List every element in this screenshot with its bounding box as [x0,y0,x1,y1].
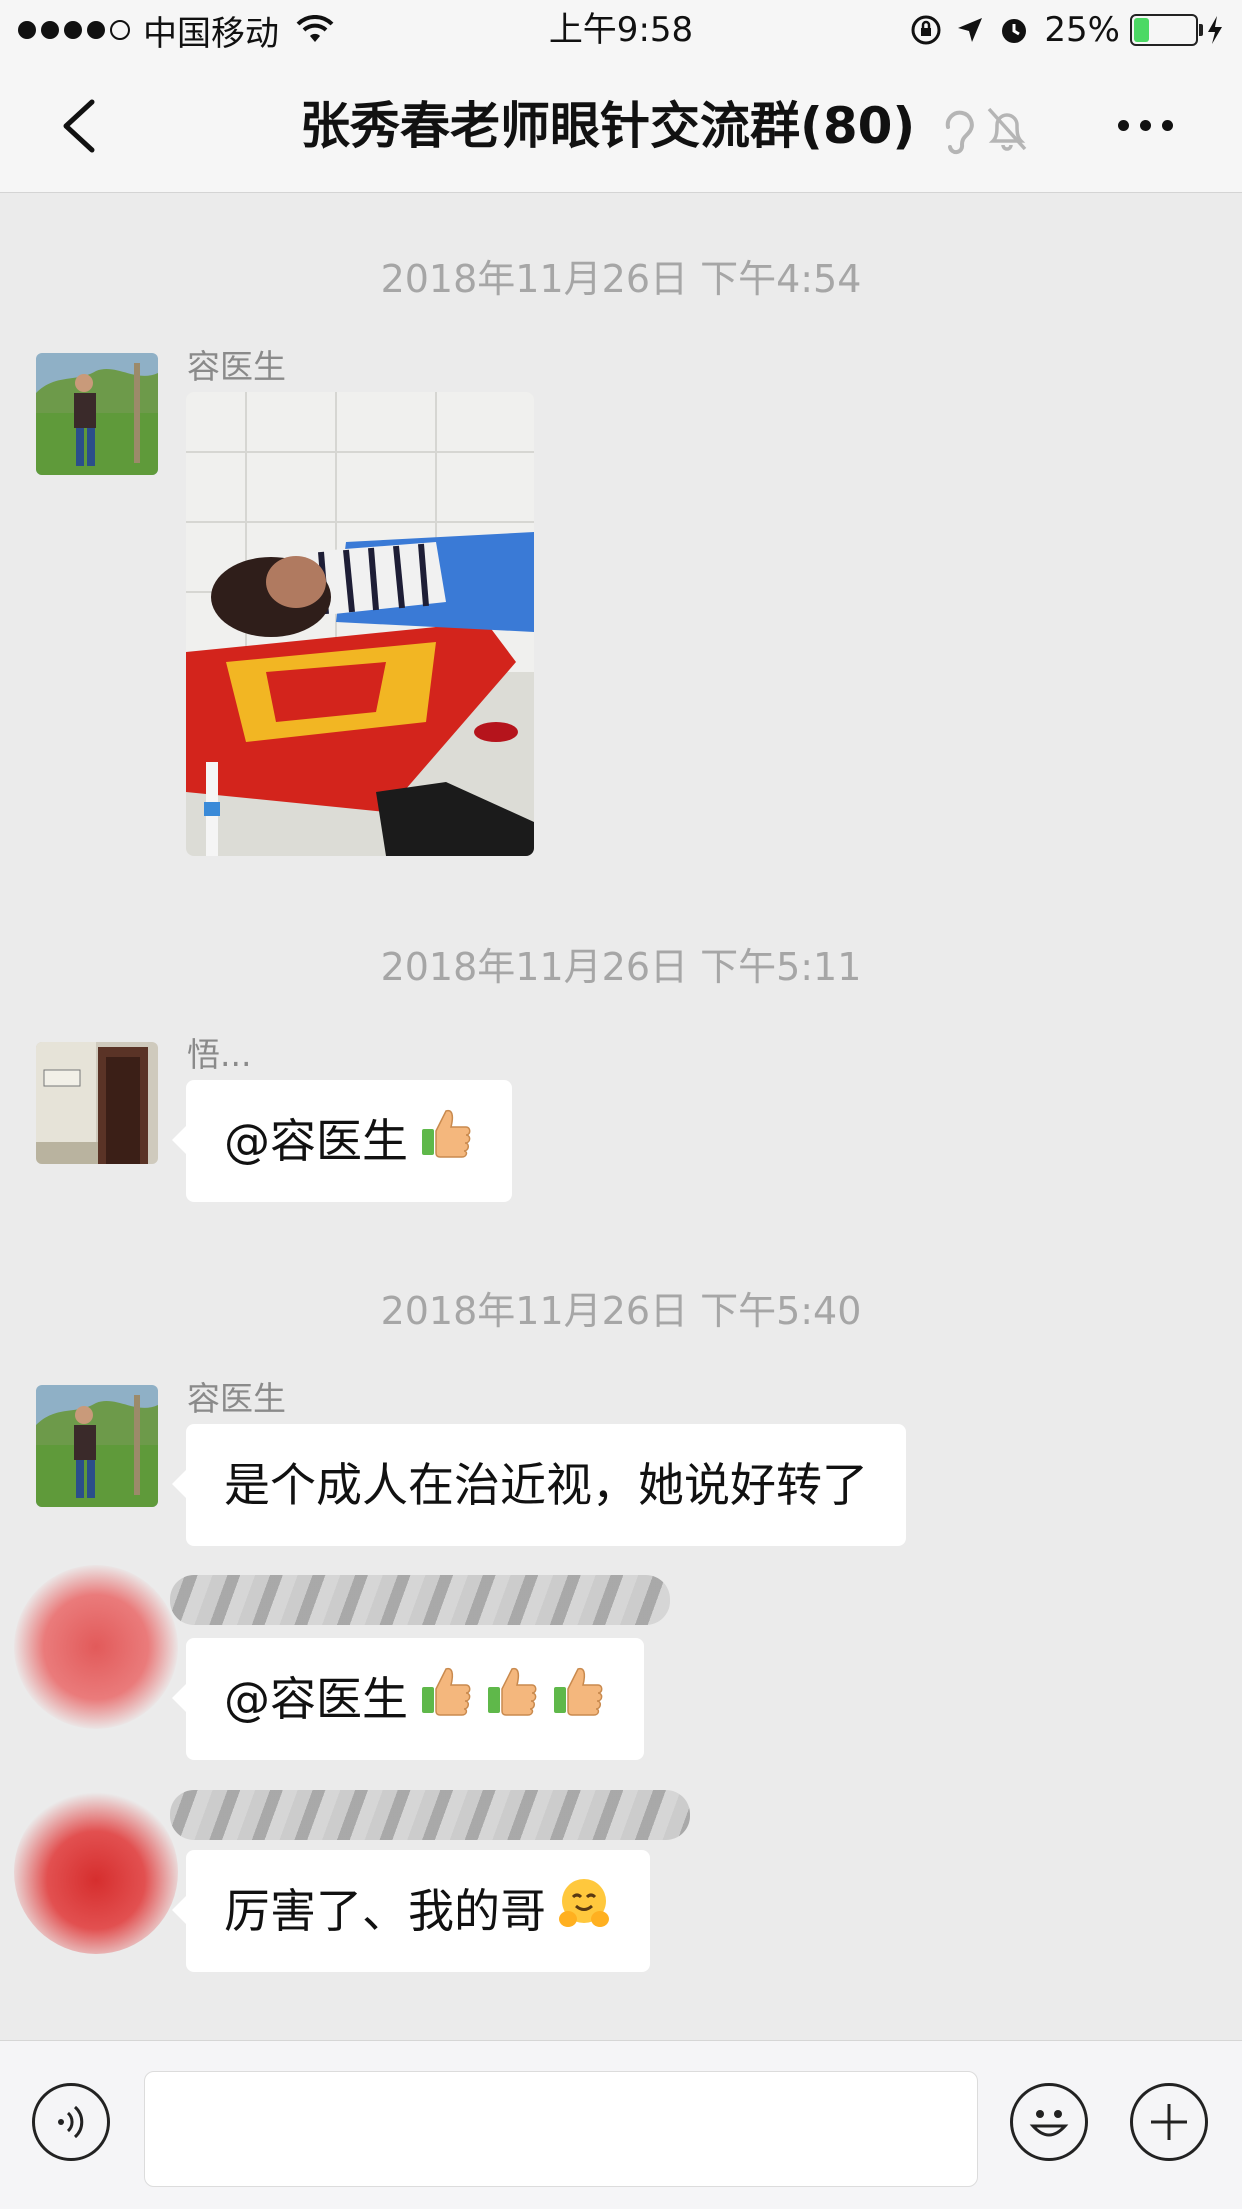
timestamp: 2018年11月26日 下午5:11 [380,945,862,989]
thumbs-up-icon [418,1084,474,1206]
avatar[interactable] [36,353,158,475]
sender-name: 悟... [187,1035,252,1074]
message-text: @容医生 [224,1114,408,1168]
charging-icon [1208,16,1222,44]
battery-level [1134,18,1149,42]
sender-name: 容医生 [187,1379,286,1418]
smiley-icon[interactable] [1010,2083,1088,2161]
image-message[interactable] [186,392,534,856]
sender-name: 容医生 [187,347,286,386]
thumbs-up-icon [550,1642,606,1764]
input-bar [0,2040,1242,2209]
battery-icon [1130,14,1203,46]
redacted-sender-name [170,1575,670,1625]
more-button[interactable] [1118,120,1184,131]
redacted-sender-name [170,1790,690,1840]
plus-icon[interactable] [1130,2083,1208,2161]
hugging-face-icon [556,1854,612,1976]
message-text: @容医生 [224,1672,408,1726]
battery-percent: 25% [1044,10,1120,50]
message-input[interactable] [144,2071,978,2187]
message-text: 是个成人在治近视，她说好转了 [224,1458,868,1512]
back-button[interactable] [52,96,112,156]
message-bubble[interactable]: @容医生 [172,1638,644,1760]
avatar[interactable] [36,1042,158,1164]
status-bar: 中国移动 上午9:58 25% [0,0,1242,60]
mute-bell-icon [987,107,1027,151]
thumbs-up-icon [418,1642,474,1764]
status-right: 25% [910,8,1224,52]
chat-title: 张秀春老师眼针交流群(80) [300,97,916,155]
avatar[interactable] [14,1565,178,1729]
earpiece-icon [945,110,974,155]
avatar[interactable] [14,1790,178,1954]
message-text: 厉害了、我的哥 [224,1884,546,1938]
rotation-lock-icon [911,15,941,45]
message-bubble[interactable]: 是个成人在治近视，她说好转了 [172,1424,906,1546]
timestamp: 2018年11月26日 下午5:40 [380,1289,862,1333]
thumbs-up-icon [484,1642,540,1764]
timestamp: 2018年11月26日 下午4:54 [380,257,862,301]
message-bubble[interactable]: @容医生 [172,1080,512,1202]
voice-icon[interactable] [32,2083,110,2161]
alarm-icon [1002,19,1027,43]
nav-bar: 张秀春老师眼针交流群(80) [0,60,1242,193]
avatar[interactable] [36,1385,158,1507]
message-bubble[interactable]: 厉害了、我的哥 [172,1850,650,1972]
location-icon [958,18,983,42]
